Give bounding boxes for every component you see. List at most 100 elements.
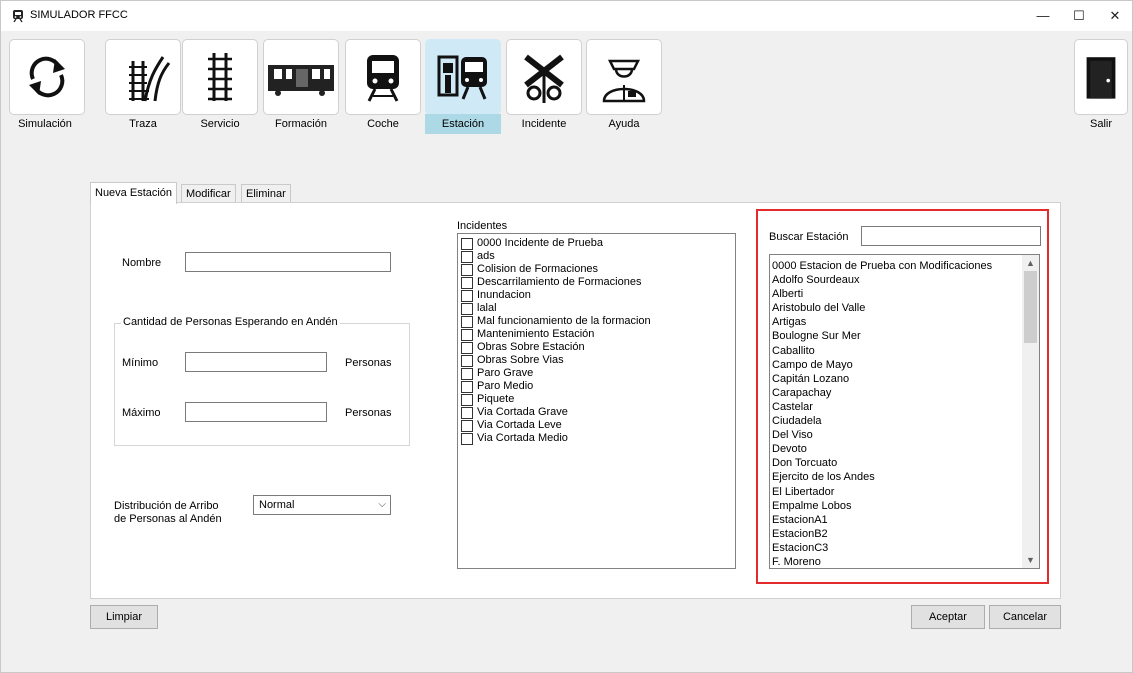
checkbox[interactable] (461, 276, 473, 289)
station-item[interactable]: Empalme Lobos (772, 499, 1022, 513)
station-item[interactable]: EstacionC3 (772, 541, 1022, 555)
scrollbar-thumb[interactable] (1024, 271, 1037, 343)
incidente-item[interactable]: Descarrilamiento de Formaciones (458, 276, 735, 289)
distribucion-select[interactable]: Normal ⌵ (253, 495, 391, 515)
maximo-unit: Personas (345, 407, 392, 419)
station-item[interactable]: Devoto (772, 442, 1022, 456)
window-title: SIMULADOR FFCC (30, 9, 128, 21)
buscar-estacion-input[interactable] (861, 226, 1041, 246)
station-item[interactable]: EstacionA1 (772, 513, 1022, 527)
station-item[interactable]: Don Torcuato (772, 456, 1022, 470)
checkbox[interactable] (461, 419, 473, 432)
tab-nueva-estacion[interactable]: Nueva Estación (90, 182, 178, 204)
toolbar-traza-label: Traza (129, 118, 157, 130)
checkbox[interactable] (461, 237, 473, 250)
station-item[interactable]: Artigas (772, 315, 1022, 329)
stations-scrollbar[interactable]: ▲ ▼ (1022, 255, 1039, 568)
incidente-item[interactable]: Via Cortada Grave (458, 406, 735, 419)
incidente-item[interactable]: Via Cortada Leve (458, 419, 735, 432)
station-item[interactable]: Capitán Lozano (772, 372, 1022, 386)
station-item[interactable]: Castelar (772, 400, 1022, 414)
station-item[interactable]: Ciudadela (772, 414, 1022, 428)
incidente-label: Via Cortada Leve (477, 419, 562, 431)
incidente-item[interactable]: Paro Grave (458, 367, 735, 380)
checkbox[interactable] (461, 354, 473, 367)
scroll-down-icon[interactable]: ▼ (1022, 552, 1039, 568)
toolbar-coche[interactable]: Coche (345, 39, 427, 135)
station-item[interactable]: El Libertador (772, 485, 1022, 499)
tab-eliminar[interactable]: Eliminar (241, 184, 291, 202)
toolbar-incidente[interactable]: Incidente (506, 39, 588, 135)
toolbar-salir[interactable]: Salir (1064, 39, 1128, 135)
incidente-item[interactable]: Mal funcionamiento de la formacion (458, 315, 735, 328)
incidente-item[interactable]: lalal (458, 302, 735, 315)
station-item[interactable]: Aristobulo del Valle (772, 301, 1022, 315)
checkbox[interactable] (461, 393, 473, 406)
station-item[interactable]: F. Moreno (772, 555, 1022, 568)
tab-modificar[interactable]: Modificar (181, 184, 236, 202)
station-item[interactable]: Caballito (772, 344, 1022, 358)
personas-group-title: Cantidad de Personas Esperando en Andén (121, 316, 340, 328)
incidente-item[interactable]: Obras Sobre Estación (458, 341, 735, 354)
checkbox[interactable] (461, 406, 473, 419)
incidente-item[interactable]: Mantenimiento Estación (458, 328, 735, 341)
station-item[interactable]: 0000 Estacion de Prueba con Modificacion… (772, 259, 1022, 273)
limpiar-button[interactable]: Limpiar (90, 605, 158, 629)
checkbox[interactable] (461, 315, 473, 328)
scroll-up-icon[interactable]: ▲ (1022, 255, 1039, 271)
incidente-item[interactable]: 0000 Incidente de Prueba (458, 237, 735, 250)
checkbox[interactable] (461, 367, 473, 380)
incidente-item[interactable]: Piquete (458, 393, 735, 406)
toolbar-simulacion-label: Simulación (18, 118, 72, 130)
minimo-unit: Personas (345, 357, 392, 369)
station-item[interactable]: Boulogne Sur Mer (772, 329, 1022, 343)
toolbar-traza[interactable]: Traza (105, 39, 187, 135)
buscar-estacion-label: Buscar Estación (769, 231, 849, 243)
train-station-icon (425, 39, 501, 115)
maximize-button[interactable]: ☐ (1061, 1, 1097, 31)
station-item[interactable]: EstacionB2 (772, 527, 1022, 541)
checkbox[interactable] (461, 263, 473, 276)
stations-list: 0000 Estacion de Prueba con Modificacion… (772, 259, 1022, 568)
incidente-label: Via Cortada Medio (477, 432, 568, 444)
toolbar-servicio[interactable]: Servicio (182, 39, 264, 135)
close-button[interactable]: ✕ (1097, 1, 1133, 31)
toolbar-ayuda[interactable]: Ayuda (586, 39, 668, 135)
station-item[interactable]: Adolfo Sourdeaux (772, 273, 1022, 287)
toolbar-coche-label: Coche (367, 118, 399, 130)
incidente-item[interactable]: Obras Sobre Vias (458, 354, 735, 367)
station-item[interactable]: Ejercito de los Andes (772, 470, 1022, 484)
nombre-input[interactable] (185, 252, 391, 272)
exit-door-icon (1074, 39, 1128, 115)
cancelar-button[interactable]: Cancelar (989, 605, 1061, 629)
station-item[interactable]: Carapachay (772, 386, 1022, 400)
incidente-item[interactable]: Via Cortada Medio (458, 432, 735, 445)
maximo-input[interactable] (185, 402, 327, 422)
train-formation-icon (263, 39, 339, 115)
checkbox[interactable] (461, 289, 473, 302)
minimo-input[interactable] (185, 352, 327, 372)
checkbox[interactable] (461, 380, 473, 393)
minimize-button[interactable]: — (1025, 1, 1061, 31)
incidente-item[interactable]: Colision de Formaciones (458, 263, 735, 276)
checkbox[interactable] (461, 328, 473, 341)
toolbar-simulacion[interactable]: Simulación (9, 39, 91, 135)
checkbox[interactable] (461, 341, 473, 354)
station-item[interactable]: Alberti (772, 287, 1022, 301)
toolbar-estacion[interactable]: Estación (425, 39, 507, 135)
toolbar-formacion[interactable]: Formación (263, 39, 345, 135)
stations-listbox[interactable]: 0000 Estacion de Prueba con Modificacion… (769, 254, 1040, 569)
distribucion-label-line1: Distribución de Arribo (114, 500, 219, 512)
station-item[interactable]: Del Viso (772, 428, 1022, 442)
checkbox[interactable] (461, 432, 473, 445)
incidente-item[interactable]: Paro Medio (458, 380, 735, 393)
station-item[interactable]: Campo de Mayo (772, 358, 1022, 372)
aceptar-button[interactable]: Aceptar (911, 605, 985, 629)
distribucion-label-line2: de Personas al Andén (114, 513, 222, 525)
checkbox[interactable] (461, 302, 473, 315)
checkbox[interactable] (461, 250, 473, 263)
incidente-item[interactable]: ads (458, 250, 735, 263)
nombre-label: Nombre (122, 257, 162, 269)
incidente-item[interactable]: Inundacion (458, 289, 735, 302)
maximo-label: Máximo (122, 407, 161, 419)
